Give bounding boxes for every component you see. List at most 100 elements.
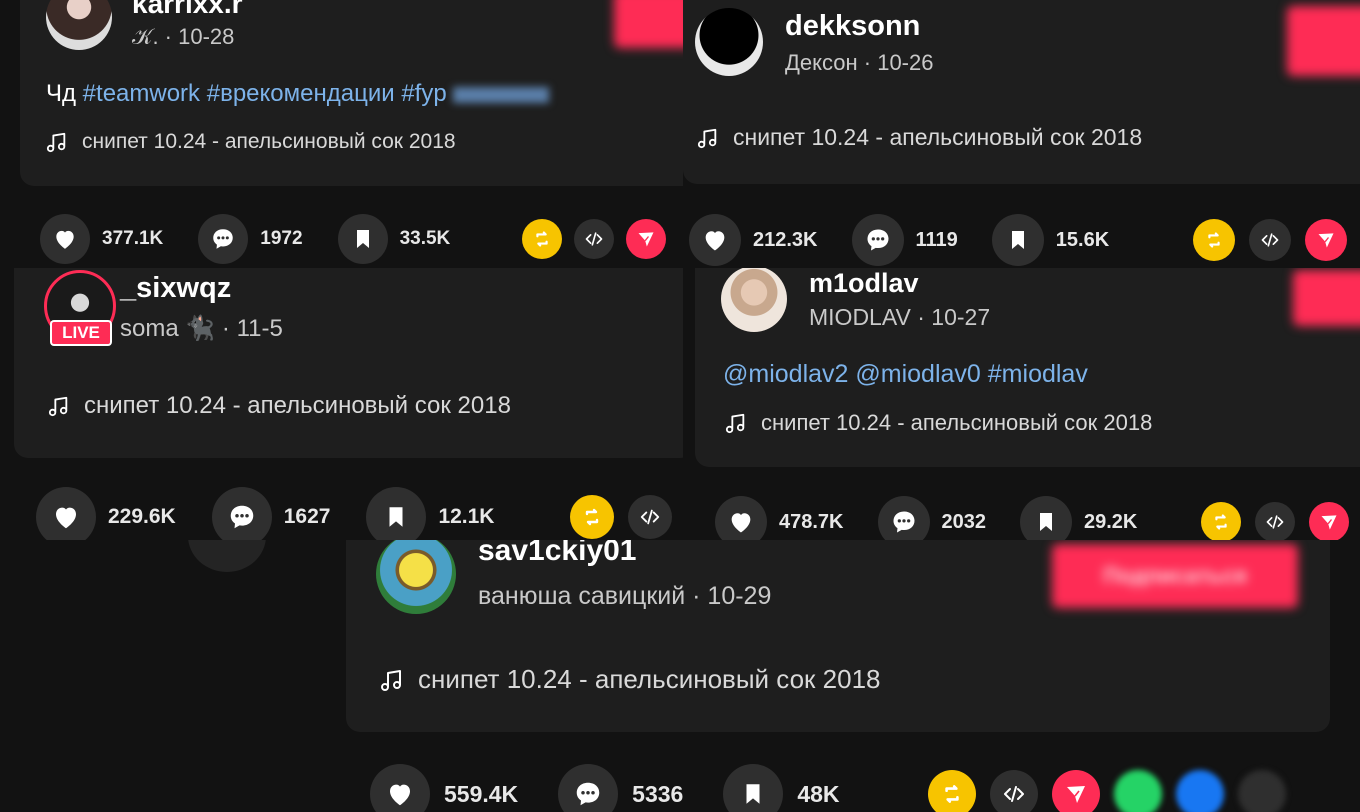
save-button[interactable]: 48K [723,764,840,812]
action-bar: 478.7K 2032 29.2K [715,496,1350,540]
save-count: 33.5K [399,228,451,249]
music-info[interactable]: снипет 10.24 - апельсиновый сок 2018 [725,410,1152,436]
heart-icon [701,226,729,254]
post-description: @miodlav2 @miodlav0 #miodlav [723,360,1088,389]
follow-button[interactable] [1287,6,1360,76]
comment-button[interactable]: 2032 [877,496,986,540]
like-button[interactable]: 229.6K [36,487,176,540]
like-button[interactable]: 377.1K [40,214,163,264]
username[interactable]: dekksonn [785,10,920,43]
send-icon [1319,512,1339,532]
comment-icon [227,502,257,532]
embed-button[interactable] [1249,219,1292,261]
repost-button[interactable] [1193,219,1236,261]
save-button[interactable]: 12.1K [366,487,494,540]
live-badge[interactable]: LIVE [50,320,112,346]
action-bar: 229.6K 1627 12.1K [36,487,673,540]
code-icon [1260,230,1280,250]
music-title: снипет 10.24 - апельсиновый сок 2018 [761,410,1153,435]
heart-icon [52,226,78,252]
user-meta: soma 🐈‍⬛ · 11-5 [120,315,283,342]
username[interactable]: sav1ckiy01 [478,540,637,568]
follow-button[interactable] [614,0,683,48]
heart-icon [727,508,755,536]
blurred-hashtag [453,86,550,103]
mention-link[interactable]: @miodlav0 [855,360,980,388]
heart-icon [385,779,415,809]
share-button[interactable] [1051,770,1100,812]
save-button[interactable]: 15.6K [991,214,1109,266]
username[interactable]: m1odlav [809,268,919,299]
post-sixwqz: LIVE _sixwqz soma 🐈‍⬛ · 11-5 снипет 10.2… [0,268,683,540]
whatsapp-button[interactable] [1113,770,1162,812]
like-button[interactable]: 478.7K [715,496,844,540]
repost-icon [1203,229,1225,251]
hashtag-link[interactable]: #miodlav [988,360,1088,388]
music-info[interactable]: снипет 10.24 - апельсиновый сок 2018 [697,124,1142,151]
display-name: ванюша савицкий [478,582,686,610]
repost-button[interactable] [1201,502,1242,540]
post-karrixx: karrixx.r 𝒦. · 10-28 Чд #teamwork #вреко… [0,0,683,268]
embed-button[interactable] [574,219,615,259]
send-icon [1064,782,1088,806]
music-info[interactable]: снипет 10.24 - апельсиновый сок 2018 [48,392,511,420]
comment-button[interactable]: 1972 [198,214,303,264]
repost-icon [1210,511,1232,533]
comment-button[interactable]: 5336 [558,764,683,812]
user-meta: ванюша савицкий · 10-29 [478,582,772,610]
music-note-icon [46,131,68,153]
embed-button[interactable] [1255,502,1296,540]
share-button[interactable] [1305,219,1348,261]
save-button[interactable]: 33.5K [337,214,451,264]
like-button[interactable]: 212.3K [689,214,818,266]
music-title: снипет 10.24 - апельсиновый сок 2018 [82,130,456,153]
like-button[interactable]: 559.4K [370,764,518,812]
comment-icon [864,226,892,254]
post-description: Чд #teamwork #врекомендации #fyp [46,80,550,108]
avatar[interactable] [695,8,763,76]
repost-icon [580,505,604,529]
share-button[interactable] [626,219,667,259]
hashtag-link[interactable]: #teamwork [83,80,200,107]
code-icon [1002,782,1026,806]
comment-count: 1119 [915,228,958,251]
repost-button[interactable] [570,495,615,539]
embed-button[interactable] [989,770,1038,812]
username[interactable]: _sixwqz [120,272,231,305]
avatar[interactable] [721,268,787,332]
hashtag-link[interactable]: #врекомендации [207,80,395,107]
share-button[interactable] [1309,502,1350,540]
save-count: 29.2K [1084,510,1138,533]
mention-link[interactable]: @miodlav2 [723,360,848,388]
post-date: 10-28 [178,24,235,49]
repost-button[interactable] [522,219,563,259]
more-share-button[interactable] [1237,770,1286,812]
send-icon [636,229,656,249]
comment-button[interactable]: 1119 [851,214,958,266]
comment-count: 5336 [632,780,684,807]
follow-button[interactable]: Подписаться [1052,544,1298,608]
user-meta: 𝒦. · 10-28 [132,24,235,49]
description-text: Чд [46,80,76,107]
repost-button[interactable] [927,770,976,812]
post-date: 10-26 [877,50,934,75]
like-count: 559.4K [444,780,519,807]
username[interactable]: karrixx.r [132,0,243,20]
user-meta: MIODLAV · 10-27 [809,304,991,330]
repost-icon [939,781,965,807]
comment-button[interactable]: 1627 [211,487,330,540]
display-name: soma 🐈‍⬛ [120,315,216,342]
hashtag-link[interactable]: #fyp [401,80,446,107]
save-button[interactable]: 29.2K [1020,496,1137,540]
facebook-button[interactable] [1175,770,1224,812]
comment-icon [573,779,603,809]
music-info[interactable]: снипет 10.24 - апельсиновый сок 2018 [380,664,881,695]
action-bar: 559.4K 5336 48K [370,764,1286,812]
embed-button[interactable] [628,495,673,539]
repost-icon [531,228,553,250]
follow-button[interactable] [1293,270,1360,326]
music-info[interactable]: снипет 10.24 - апельсиновый сок 2018 [46,130,456,154]
post-date: 10-27 [931,304,991,330]
post-m1odlav: m1odlav MIODLAV · 10-27 @miodlav2 @miodl… [683,268,1360,540]
music-title: снипет 10.24 - апельсиновый сок 2018 [84,392,511,419]
